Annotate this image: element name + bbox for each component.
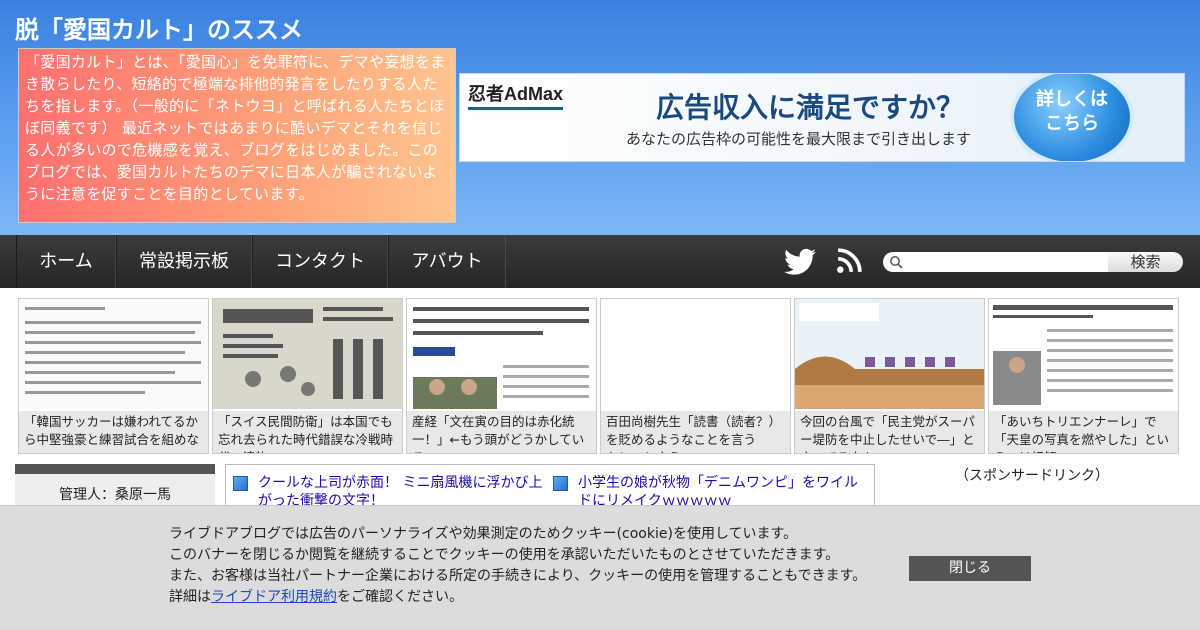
sponsored-label: （スポンサードリンク） xyxy=(955,468,1109,484)
article-thumb-3[interactable]: 産経「文在寅の目的は赤化統一！」←もう頭がどうかしている xyxy=(406,298,597,454)
ad-subtext: あなたの広告枠の可能性を最大限まで引き出します xyxy=(626,130,972,148)
ad-link-icon xyxy=(553,476,568,491)
cookie-line-4-suffix: をご確認ください。 xyxy=(337,589,463,605)
blog-description: 「愛国カルト」とは、「愛国心」を免罪符に、デマや妄想をまき散らしたり、短絡的で極… xyxy=(18,48,456,223)
ad-brand-logo: 忍者AdMax xyxy=(468,80,564,110)
cookie-line-2: このバナーを閉じるか閲覧を継続することでクッキーの使用を承認いただいたものとさせ… xyxy=(169,547,840,563)
article-thumb-caption: 「あいちトリエンナーレ」で「天皇の写真を燃やした」というのは誤解 xyxy=(989,411,1178,453)
nav-item-contact[interactable]: コンタクト xyxy=(252,235,388,288)
article-thumb-6[interactable]: 「あいちトリエンナーレ」で「天皇の写真を燃やした」というのは誤解 xyxy=(988,298,1179,454)
search-input[interactable] xyxy=(883,252,1108,272)
popular-articles-strip: 「韓国サッカーは嫌われてるから中堅強豪と練習試合を組めない」 「スイス民間防衛」… xyxy=(18,298,1179,454)
admax-ad-banner[interactable]: 忍者AdMax 広告収入に満足ですか？ あなたの広告枠の可能性を最大限まで引き出… xyxy=(459,73,1185,162)
nav-item-about[interactable]: アバウト xyxy=(388,235,506,288)
cookie-line-4-prefix: 詳細は xyxy=(169,589,211,605)
article-thumb-caption: 百田尚樹先生「読書（読者？）を貶めるようなことを言うな！」と言う xyxy=(601,411,790,453)
twitter-icon[interactable] xyxy=(784,248,816,276)
ad-link-icon xyxy=(233,476,248,491)
article-thumb-image xyxy=(989,299,1178,409)
article-thumb-image xyxy=(407,299,596,409)
sidebar-header-bar xyxy=(15,464,215,474)
ad-cta-button[interactable]: 詳しくは こちら xyxy=(1010,74,1134,161)
ad-cta-line1: 詳しくは xyxy=(1036,89,1108,110)
article-thumb-2[interactable]: 「スイス民間防衛」は本国でも忘れ去られた時代錯誤な冷戦時代の遺物 xyxy=(212,298,403,454)
cookie-close-button[interactable]: 閉じる xyxy=(909,556,1031,581)
cookie-line-4: 詳細はライブドア利用規約をご確認ください。 xyxy=(169,587,866,608)
article-thumb-1[interactable]: 「韓国サッカーは嫌われてるから中堅強豪と練習試合を組めない」 xyxy=(18,298,209,454)
article-thumb-caption: 産経「文在寅の目的は赤化統一！」←もう頭がどうかしている xyxy=(407,411,596,453)
article-thumb-image xyxy=(213,299,402,409)
ad-cta-line2: こちら xyxy=(1045,113,1099,134)
article-thumb-5[interactable]: 今回の台風で「民主党がスーパー堤防を中止したせいで―」と言ってる人々 xyxy=(794,298,985,454)
cookie-text: ライブドアブログでは広告のパーソナライズや効果測定のためクッキー(cookie)… xyxy=(169,524,866,608)
cookie-line-3: また、お客様は当社パートナー企業における所定の手続きにより、クッキーの使用を管理… xyxy=(169,568,867,584)
search-icon xyxy=(890,256,903,269)
ad-headline: 広告収入に満足ですか？ xyxy=(656,91,965,124)
nav-item-home[interactable]: ホーム xyxy=(16,235,116,288)
article-thumb-image xyxy=(19,299,208,409)
nav-item-bbs[interactable]: 常設掲示板 xyxy=(116,235,252,288)
article-thumb-image xyxy=(795,299,984,409)
article-thumb-caption: 今回の台風で「民主党がスーパー堤防を中止したせいで―」と言ってる人々 xyxy=(795,411,984,453)
article-thumb-caption: 「スイス民間防衛」は本国でも忘れ去られた時代錯誤な冷戦時代の遺物 xyxy=(213,411,402,453)
article-thumb-image xyxy=(601,299,790,409)
cookie-line-1: ライブドアブログでは広告のパーソナライズや効果測定のためクッキー(cookie)… xyxy=(169,526,798,542)
search-button[interactable]: 検索 xyxy=(1108,252,1183,272)
rss-icon[interactable] xyxy=(836,248,862,274)
ad-links-box: クールな上司が赤面！ ミニ扇風機に浮かび上がった衝撃の文字！ 小学生の娘が秋物「… xyxy=(225,464,875,509)
terms-link[interactable]: ライブドア利用規約 xyxy=(211,589,337,605)
blog-title[interactable]: 脱「愛国カルト」のススメ xyxy=(15,10,303,45)
article-thumb-4[interactable]: 百田尚樹先生「読書（読者？）を貶めるようなことを言うな！」と言う xyxy=(600,298,791,454)
article-thumb-caption: 「韓国サッカーは嫌われてるから中堅強豪と練習試合を組めない」 xyxy=(19,411,208,453)
admin-name: 管理人：桑原一馬 xyxy=(59,487,171,503)
